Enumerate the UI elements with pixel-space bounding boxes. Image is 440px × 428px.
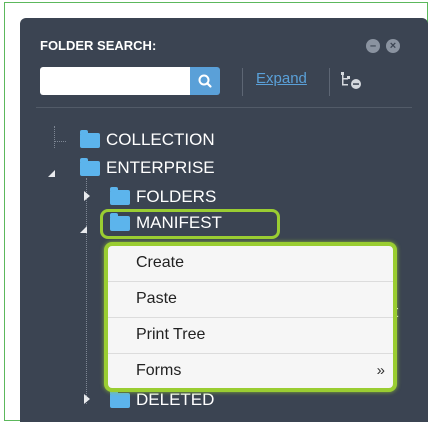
tree-line (54, 141, 66, 142)
tree-node-enterprise[interactable]: ENTERPRISE (80, 157, 215, 178)
tree-line (54, 126, 55, 148)
panel-title: FOLDER SEARCH: (40, 38, 157, 53)
toolbar-divider (242, 68, 243, 96)
search-icon (198, 74, 212, 88)
toolbar-divider (329, 68, 330, 96)
close-icon[interactable]: × (386, 39, 400, 53)
submenu-arrow-icon: » (376, 362, 385, 379)
tree-line (86, 178, 87, 404)
manifest-highlight (100, 209, 280, 239)
tree-node-label: FOLDERS (136, 187, 217, 206)
folder-icon (80, 129, 100, 148)
tree-node-deleted[interactable]: DELETED (110, 389, 215, 410)
folder-search-input[interactable] (40, 67, 190, 95)
menu-item-print-tree[interactable]: Print Tree (108, 318, 393, 354)
divider (36, 107, 412, 108)
minimize-icon[interactable]: – (366, 39, 380, 53)
tree-node-label: DELETED (136, 390, 215, 409)
menu-item-paste[interactable]: Paste (108, 282, 393, 318)
menu-item-forms[interactable]: Forms » (108, 354, 393, 390)
search-button[interactable] (190, 67, 220, 95)
folder-icon (110, 389, 130, 408)
tree-node-folders[interactable]: FOLDERS (110, 186, 217, 207)
menu-item-create[interactable]: Create (108, 246, 393, 282)
tree-collapse-icon[interactable] (341, 72, 363, 95)
tree-node-label: ENTERPRISE (106, 158, 215, 177)
menu-item-label: Forms (136, 362, 182, 379)
tree-node-collection[interactable]: COLLECTION (80, 129, 215, 150)
expand-arrow-icon[interactable] (84, 394, 90, 404)
collapse-arrow-icon[interactable] (80, 226, 87, 233)
collapse-arrow-icon[interactable] (48, 170, 55, 177)
tree-node-label: COLLECTION (106, 130, 215, 149)
expand-link[interactable]: Expand (256, 70, 307, 87)
expand-arrow-icon[interactable] (84, 191, 90, 201)
folder-icon (110, 186, 130, 205)
folder-icon (80, 157, 100, 176)
context-menu: Create Paste Print Tree Forms » (104, 242, 397, 392)
